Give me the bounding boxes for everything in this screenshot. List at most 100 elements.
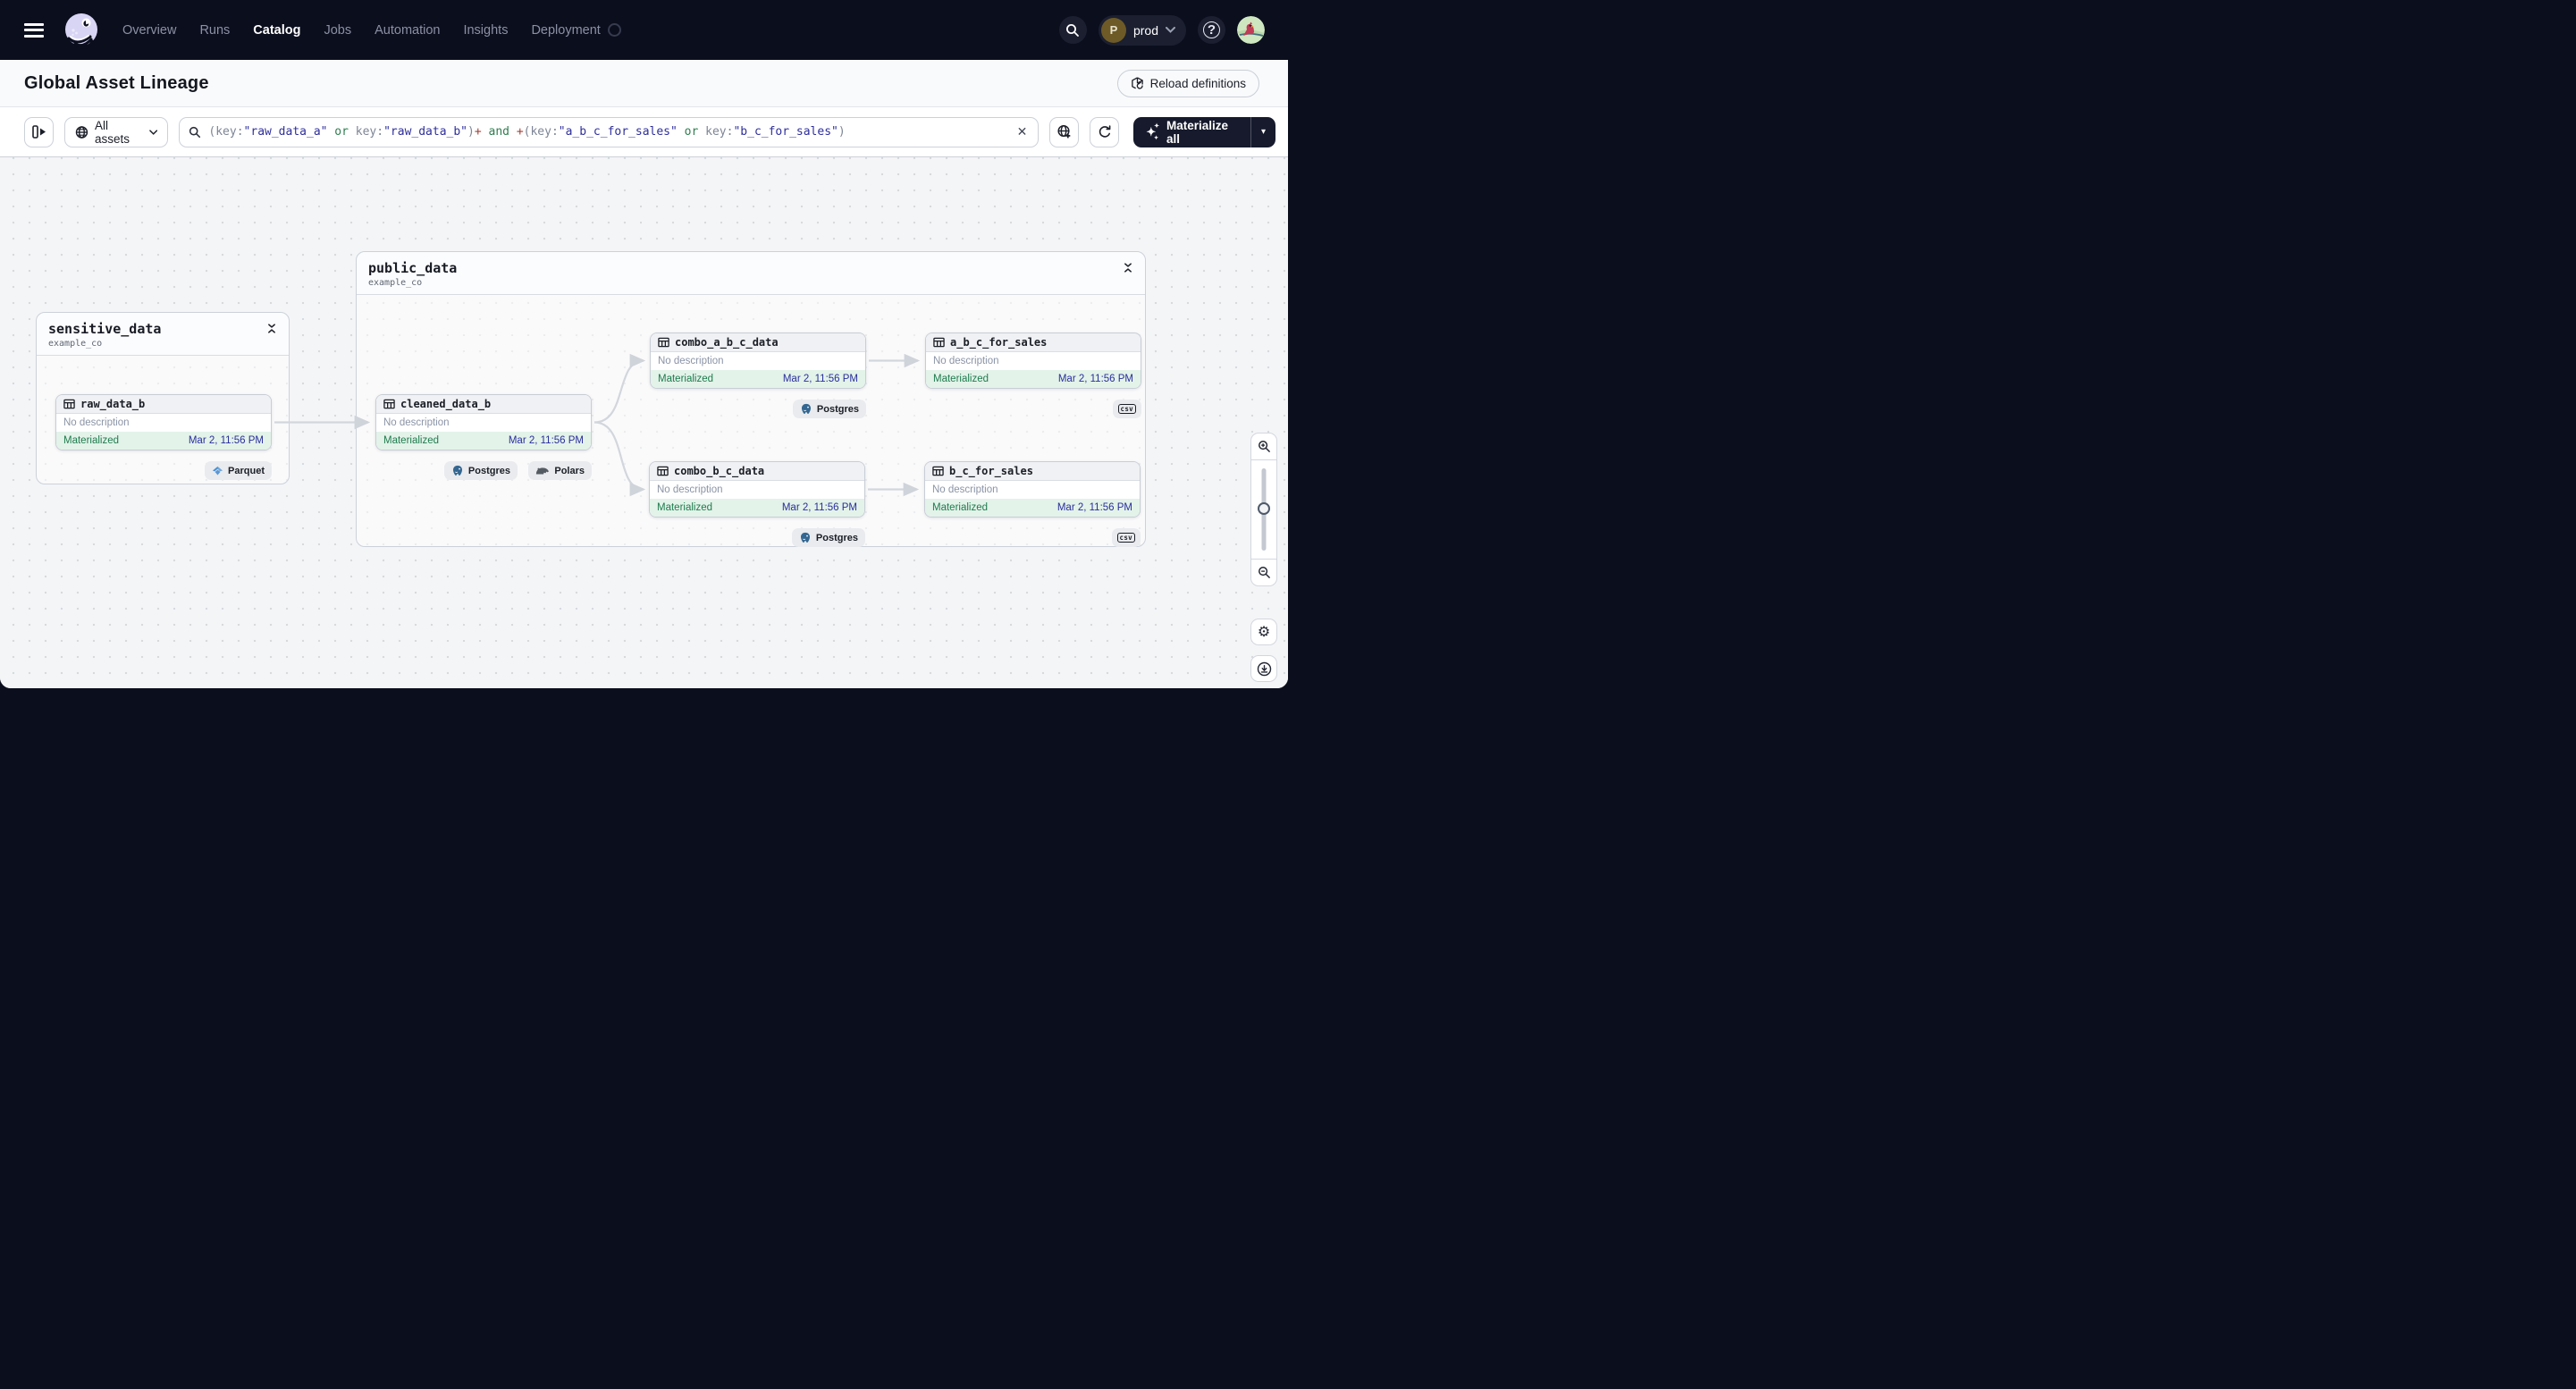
tag-csv[interactable]: csv (1112, 400, 1141, 418)
table-icon (63, 399, 75, 409)
page-title: Global Asset Lineage (24, 72, 209, 93)
tag-postgres[interactable]: Postgres (792, 400, 866, 418)
status-timestamp: Mar 2, 11:56 PM (782, 374, 858, 384)
asset-name: combo_a_b_c_data (675, 336, 779, 349)
group-title: public_data (368, 260, 458, 276)
status-label: Materialized (658, 374, 713, 384)
group-header[interactable]: public_data example_co (357, 252, 1145, 295)
parquet-icon (212, 466, 223, 476)
group-header[interactable]: sensitive_data example_co (37, 313, 289, 356)
top-navbar: Overview Runs Catalog Jobs Automation In… (0, 0, 1288, 60)
asset-status-row: Materialized Mar 2, 11:56 PM (926, 370, 1141, 388)
asset-status-row: Materialized Mar 2, 11:56 PM (651, 370, 865, 388)
asset-status-row: Materialized Mar 2, 11:56 PM (925, 499, 1140, 517)
nav-runs[interactable]: Runs (199, 23, 230, 38)
asset-node-cleaned-data-b[interactable]: cleaned_data_b No description Materializ… (375, 394, 592, 450)
menu-icon[interactable] (24, 22, 44, 38)
deployment-switcher[interactable]: P prod (1098, 14, 1186, 46)
asset-name: raw_data_b (80, 398, 146, 410)
tag-postgres[interactable]: Postgres (443, 461, 518, 480)
zoom-slider[interactable] (1251, 460, 1276, 559)
asset-status-row: Materialized Mar 2, 11:56 PM (56, 432, 271, 450)
collapse-icon[interactable] (266, 321, 277, 333)
tag-polars[interactable]: Polars (528, 461, 592, 480)
nav-catalog[interactable]: Catalog (253, 23, 300, 38)
status-label: Materialized (932, 502, 988, 513)
table-icon (932, 466, 944, 476)
deployment-status-icon (607, 23, 621, 38)
asset-name: b_c_for_sales (949, 465, 1033, 477)
chevron-down-icon (1166, 27, 1175, 33)
page-header: Global Asset Lineage Reload definitions (0, 60, 1288, 107)
zoom-out-icon (1258, 567, 1270, 578)
tag-label: Parquet (228, 465, 265, 476)
status-label: Materialized (63, 435, 119, 446)
asset-node-b-c-for-sales[interactable]: b_c_for_sales No description Materialize… (924, 461, 1141, 518)
open-panel-button[interactable] (24, 116, 54, 147)
csv-icon: csv (1116, 533, 1135, 543)
asset-node-raw-data-b[interactable]: raw_data_b No description Materialized Ma… (55, 394, 272, 450)
asset-node-a-b-c-for-sales[interactable]: a_b_c_for_sales No description Materiali… (925, 333, 1141, 389)
clear-query-icon[interactable]: ✕ (1015, 124, 1030, 139)
status-timestamp: Mar 2, 11:56 PM (188, 435, 264, 446)
asset-description: No description (933, 356, 999, 366)
env-name: prod (1132, 22, 1158, 38)
table-icon (658, 337, 669, 348)
zoom-slider-thumb[interactable] (1258, 502, 1270, 515)
tag-parquet[interactable]: Parquet (205, 461, 272, 480)
dagster-logo[interactable] (60, 9, 103, 52)
asset-name: cleaned_data_b (400, 398, 492, 410)
bird-avatar-image (1237, 16, 1265, 44)
group-subtitle: example_co (48, 339, 103, 349)
asset-name: combo_b_c_data (674, 465, 765, 477)
materialize-options-caret[interactable]: ▾ (1251, 117, 1275, 147)
asset-query-input[interactable]: (key:"raw_data_a" or key:"raw_data_b")+ … (179, 116, 1040, 147)
tag-csv[interactable]: csv (1111, 528, 1141, 547)
user-avatar[interactable] (1237, 16, 1265, 44)
help-button[interactable]: ? (1198, 16, 1225, 44)
status-label: Materialized (657, 502, 712, 513)
postgres-icon (452, 465, 462, 476)
materialize-all-split-button: ✦ ✦ ✦ Materialize all ▾ (1133, 116, 1275, 147)
nav-deployment[interactable]: Deployment (531, 23, 621, 38)
status-timestamp: Mar 2, 11:56 PM (781, 502, 857, 513)
tag-postgres[interactable]: Postgres (791, 528, 865, 547)
refresh-icon (1099, 124, 1111, 138)
panel-toggle-icon (31, 125, 46, 139)
reload-cube-icon (1131, 76, 1143, 89)
refresh-button[interactable] (1090, 116, 1120, 147)
reload-label: Reload definitions (1149, 76, 1246, 90)
nav-automation[interactable]: Automation (375, 23, 440, 38)
graph-settings-button[interactable]: ⚙ (1250, 619, 1277, 645)
gear-icon: ⚙ (1257, 625, 1271, 640)
collapse-icon[interactable] (1123, 260, 1133, 273)
materialize-all-button[interactable]: ✦ ✦ ✦ Materialize all (1133, 117, 1250, 147)
materialize-label: Materialize all (1166, 118, 1229, 146)
new-scope-button[interactable] (1049, 116, 1080, 147)
asset-lineage-canvas[interactable]: sensitive_data example_co public_data ex… (0, 157, 1288, 688)
zoom-in-button[interactable] (1251, 434, 1276, 460)
tag-label: Postgres (467, 465, 510, 476)
asset-description: No description (657, 484, 723, 495)
table-icon (383, 399, 395, 409)
tag-label: Postgres (816, 403, 859, 415)
status-label: Materialized (933, 374, 989, 384)
table-icon (933, 337, 945, 348)
nav-overview[interactable]: Overview (122, 23, 176, 38)
zoom-in-icon (1258, 441, 1270, 452)
asset-node-combo-a-b-c-data[interactable]: combo_a_b_c_data No description Material… (650, 333, 866, 389)
asset-node-combo-b-c-data[interactable]: combo_b_c_data No description Materializ… (649, 461, 865, 518)
nav-insights[interactable]: Insights (463, 23, 508, 38)
reload-definitions-button[interactable]: Reload definitions (1116, 69, 1259, 97)
search-icon (1066, 23, 1080, 37)
download-icon (1257, 661, 1271, 676)
tag-label: Polars (554, 465, 585, 476)
status-timestamp: Mar 2, 11:56 PM (1056, 502, 1132, 513)
zoom-out-button[interactable] (1251, 559, 1276, 585)
content-card: Global Asset Lineage Reload definitions (0, 60, 1288, 688)
nav-jobs[interactable]: Jobs (324, 23, 351, 38)
asset-scope-dropdown[interactable]: All assets (64, 116, 169, 147)
search-icon (189, 126, 201, 138)
search-button[interactable] (1058, 16, 1087, 44)
download-image-button[interactable] (1250, 655, 1277, 682)
